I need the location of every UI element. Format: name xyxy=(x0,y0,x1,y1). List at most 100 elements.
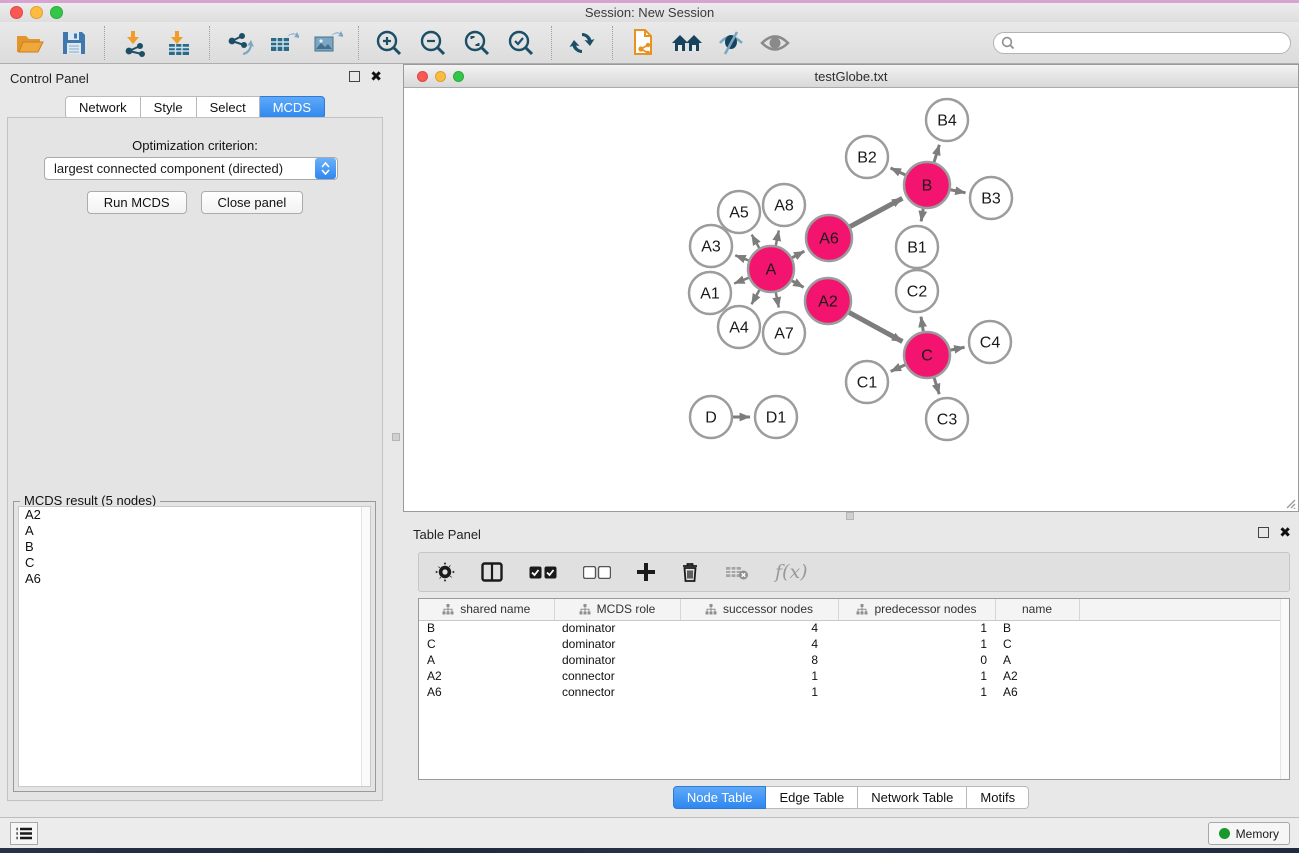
edge-B-B1[interactable] xyxy=(921,209,923,222)
node-A6[interactable]: A6 xyxy=(806,215,852,261)
home-views-icon[interactable] xyxy=(669,26,705,60)
edge-C-C4[interactable] xyxy=(951,347,965,350)
export-image-icon[interactable] xyxy=(310,26,346,60)
edge-A-A7[interactable] xyxy=(776,293,779,308)
edge-A-A4[interactable] xyxy=(752,290,760,304)
table-row[interactable]: Adominator80A xyxy=(419,652,1289,668)
node-C2[interactable]: C2 xyxy=(896,270,938,312)
export-network-icon[interactable] xyxy=(222,26,258,60)
network-zoom-button[interactable] xyxy=(453,71,464,82)
open-icon[interactable] xyxy=(12,26,48,60)
add-column-icon[interactable] xyxy=(637,563,655,581)
node-B[interactable]: B xyxy=(904,162,950,208)
refresh-icon[interactable] xyxy=(564,26,600,60)
edge-A2-C[interactable] xyxy=(849,312,902,341)
float-table-panel-icon[interactable] xyxy=(1258,527,1269,538)
run-mcds-button[interactable]: Run MCDS xyxy=(87,191,187,214)
network-minimize-button[interactable] xyxy=(435,71,446,82)
select-all-icon[interactable] xyxy=(529,566,557,579)
zoom-window-button[interactable] xyxy=(50,6,63,19)
hide-graphics-icon[interactable] xyxy=(713,26,749,60)
node-A1[interactable]: A1 xyxy=(689,272,731,314)
edge-A6-B[interactable] xyxy=(850,198,902,226)
tab-mcds[interactable]: MCDS xyxy=(260,96,325,119)
close-panel-icon[interactable]: ✖ xyxy=(370,71,382,82)
result-item[interactable]: A2 xyxy=(19,507,370,523)
node-C3[interactable]: C3 xyxy=(926,398,968,440)
column-header-mcds-role[interactable]: MCDS role xyxy=(554,599,680,620)
column-header-shared-name[interactable]: shared name xyxy=(419,599,554,620)
column-view-icon[interactable] xyxy=(481,562,503,582)
network-window-titlebar[interactable]: testGlobe.txt xyxy=(404,65,1298,88)
zoom-fit-icon[interactable] xyxy=(459,26,495,60)
import-network-icon[interactable] xyxy=(117,26,153,60)
vertical-splitter[interactable] xyxy=(390,64,403,817)
search-input[interactable] xyxy=(993,32,1291,54)
tab-motifs[interactable]: Motifs xyxy=(967,786,1029,809)
edge-B-B4[interactable] xyxy=(934,145,939,162)
edge-A-A2[interactable] xyxy=(792,281,804,288)
edge-A-A5[interactable] xyxy=(752,235,760,248)
node-B3[interactable]: B3 xyxy=(970,177,1012,219)
close-window-button[interactable] xyxy=(10,6,23,19)
node-A7[interactable]: A7 xyxy=(763,312,805,354)
node-A[interactable]: A xyxy=(748,246,794,292)
export-table-icon[interactable] xyxy=(266,26,302,60)
gear-icon[interactable] xyxy=(435,562,455,582)
close-panel-button[interactable]: Close panel xyxy=(201,191,304,214)
minimize-window-button[interactable] xyxy=(30,6,43,19)
tab-node-table[interactable]: Node Table xyxy=(673,786,767,809)
table-scrollbar[interactable] xyxy=(1280,599,1289,779)
edge-A-A6[interactable] xyxy=(792,251,804,257)
import-table-icon[interactable] xyxy=(161,26,197,60)
function-builder-icon[interactable]: f(x) xyxy=(775,561,808,583)
node-A5[interactable]: A5 xyxy=(718,191,760,233)
network-file-icon[interactable] xyxy=(625,26,661,60)
network-canvas[interactable]: B4B2BB3A5A8A6A3AB1A1A2C2A4A7C4CC1DD1C3 xyxy=(404,88,1298,511)
deselect-all-icon[interactable] xyxy=(583,566,611,579)
float-panel-icon[interactable] xyxy=(349,71,360,82)
column-header-name[interactable]: name xyxy=(995,599,1079,620)
node-B4[interactable]: B4 xyxy=(926,99,968,141)
node-C4[interactable]: C4 xyxy=(969,321,1011,363)
table-row[interactable]: Bdominator41B xyxy=(419,620,1289,636)
node-table[interactable]: shared nameMCDS rolesuccessor nodesprede… xyxy=(418,598,1290,780)
edge-C-C1[interactable] xyxy=(891,365,905,371)
tab-select[interactable]: Select xyxy=(197,96,260,119)
edge-A-A1[interactable] xyxy=(734,278,748,284)
result-item[interactable]: A6 xyxy=(19,571,370,587)
node-B1[interactable]: B1 xyxy=(896,226,938,268)
result-item[interactable]: B xyxy=(19,539,370,555)
resize-grip-icon[interactable] xyxy=(1284,497,1296,509)
node-D1[interactable]: D1 xyxy=(755,396,797,438)
result-item[interactable]: A xyxy=(19,523,370,539)
node-A2[interactable]: A2 xyxy=(805,278,851,324)
delete-table-icon[interactable] xyxy=(725,564,749,580)
show-graphics-icon[interactable] xyxy=(757,26,793,60)
network-close-button[interactable] xyxy=(417,71,428,82)
table-row[interactable]: A2connector11A2 xyxy=(419,668,1289,684)
close-table-panel-icon[interactable]: ✖ xyxy=(1279,527,1291,538)
edge-A-A8[interactable] xyxy=(776,230,779,245)
node-A4[interactable]: A4 xyxy=(718,306,760,348)
tab-network[interactable]: Network xyxy=(65,96,141,119)
save-icon[interactable] xyxy=(56,26,92,60)
result-item[interactable]: C xyxy=(19,555,370,571)
edge-A-A3[interactable] xyxy=(735,255,748,260)
node-A8[interactable]: A8 xyxy=(763,184,805,226)
node-C[interactable]: C xyxy=(904,332,950,378)
node-B2[interactable]: B2 xyxy=(846,136,888,178)
node-C1[interactable]: C1 xyxy=(846,361,888,403)
edge-C-C2[interactable] xyxy=(921,317,923,332)
node-A3[interactable]: A3 xyxy=(690,225,732,267)
edge-C-C3[interactable] xyxy=(934,378,939,394)
column-header-successor-nodes[interactable]: successor nodes xyxy=(680,599,838,620)
horizontal-splitter[interactable] xyxy=(403,512,1299,520)
table-row[interactable]: A6connector11A6 xyxy=(419,684,1289,700)
tab-edge-table[interactable]: Edge Table xyxy=(766,786,858,809)
tab-network-table[interactable]: Network Table xyxy=(858,786,967,809)
memory-button[interactable]: Memory xyxy=(1208,822,1290,845)
edge-B-B3[interactable] xyxy=(951,190,966,193)
tab-style[interactable]: Style xyxy=(141,96,197,119)
zoom-out-icon[interactable] xyxy=(415,26,451,60)
